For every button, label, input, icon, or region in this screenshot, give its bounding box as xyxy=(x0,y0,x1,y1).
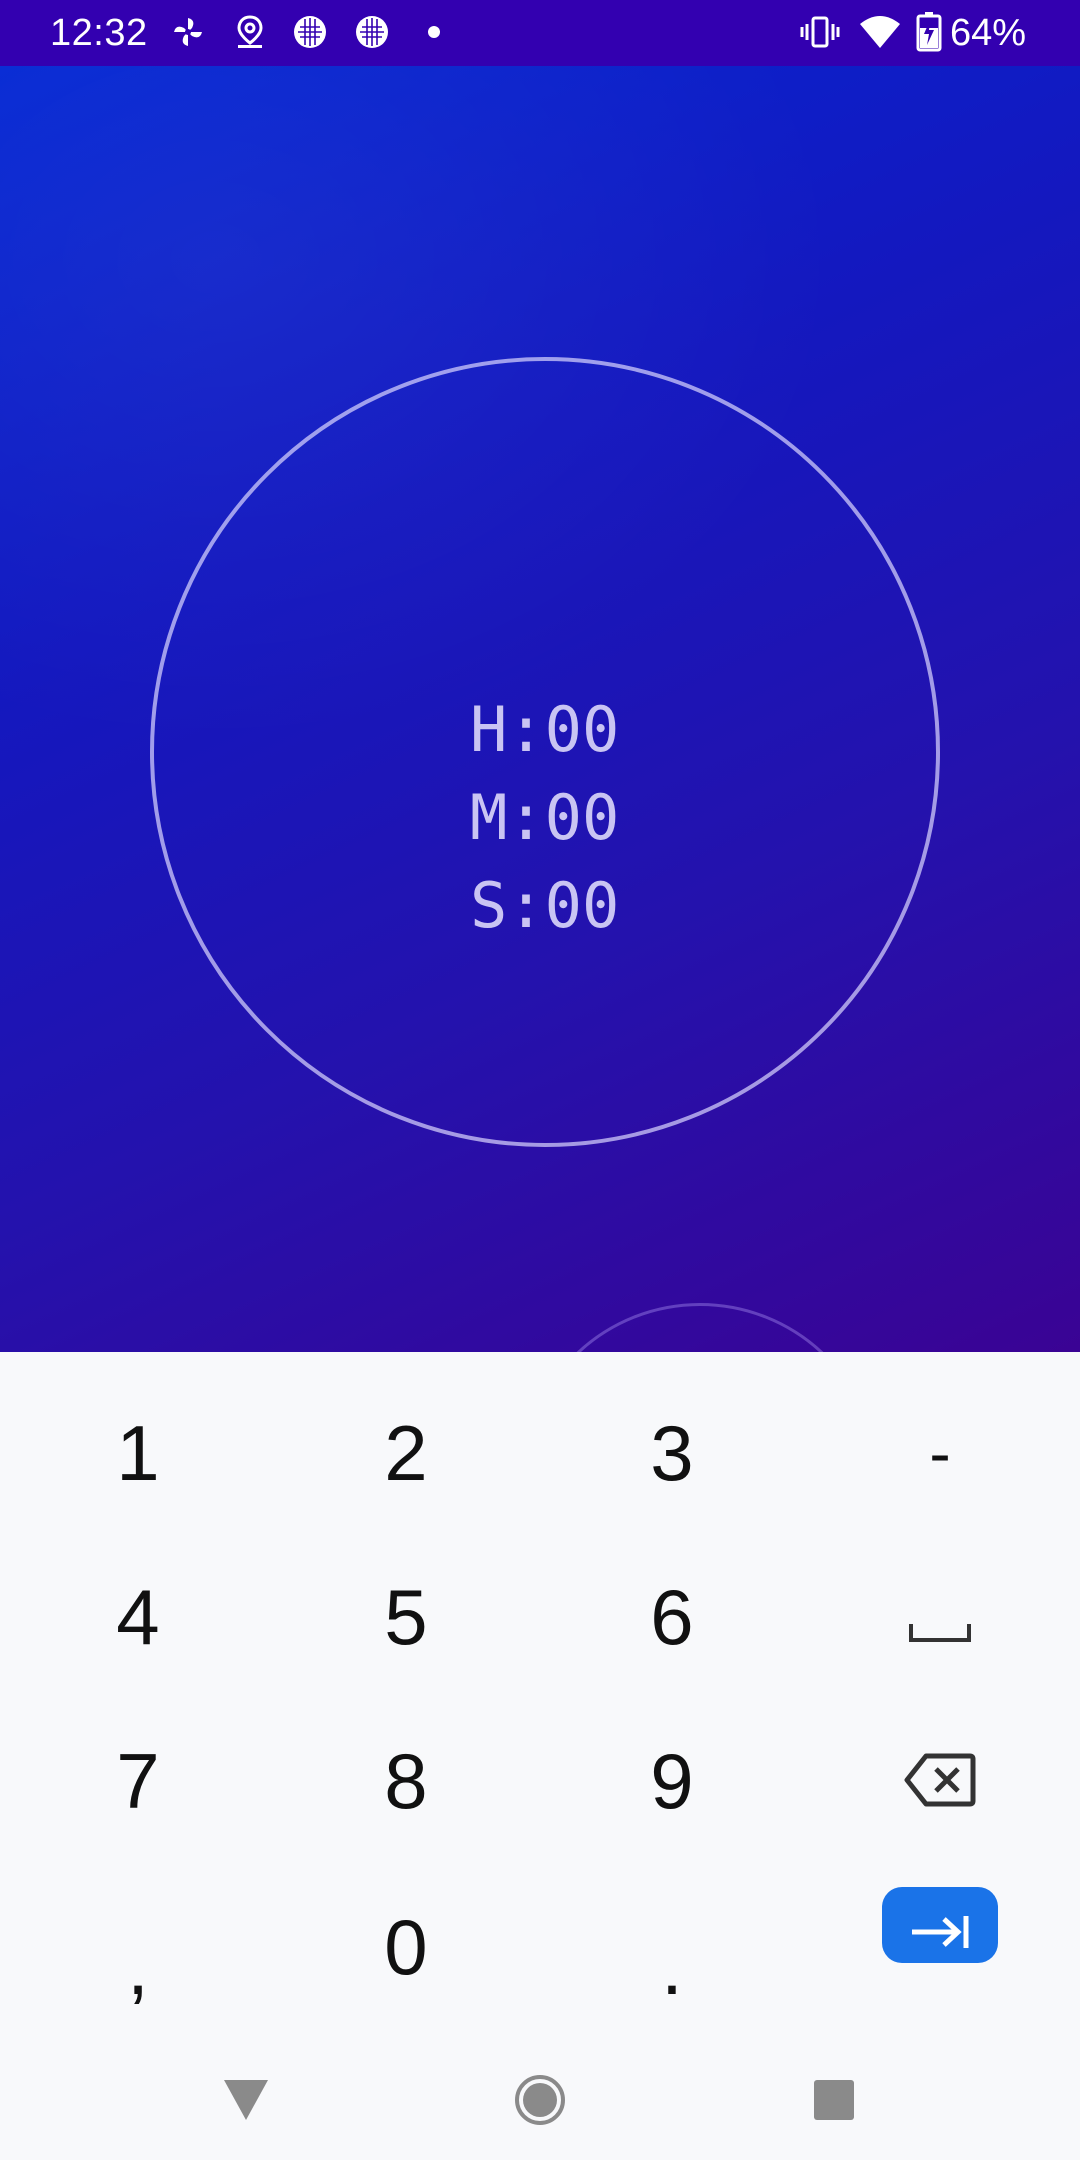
status-time: 12:32 xyxy=(50,12,148,54)
key-9[interactable]: 9 xyxy=(562,1706,782,1856)
key-7[interactable]: 7 xyxy=(28,1706,248,1856)
key-label: 3 xyxy=(650,1408,694,1497)
key-3[interactable]: 3 xyxy=(562,1378,782,1528)
app-badge-icon xyxy=(292,14,328,50)
key-backspace[interactable] xyxy=(830,1706,1050,1856)
start-button-ring[interactable] xyxy=(520,1303,880,1352)
key-6[interactable]: 6 xyxy=(562,1542,782,1692)
key-1[interactable]: 1 xyxy=(28,1378,248,1528)
minutes-value[interactable]: M:00 xyxy=(470,774,670,862)
battery-percent: 64% xyxy=(950,12,1027,54)
key-minus[interactable]: - xyxy=(830,1378,1050,1528)
navigation-bar xyxy=(0,2042,1080,2160)
app-badge-icon xyxy=(354,14,390,50)
seconds-value[interactable]: S:00 xyxy=(470,862,670,950)
key-8[interactable]: 8 xyxy=(296,1706,516,1856)
key-space[interactable] xyxy=(830,1542,1050,1692)
space-icon xyxy=(908,1572,972,1663)
key-enter[interactable] xyxy=(830,1850,1050,2000)
timer-readout[interactable]: H:00 M:00 S:00 xyxy=(470,686,670,950)
tab-enter-icon xyxy=(908,1880,972,1971)
key-label: 5 xyxy=(384,1572,428,1661)
key-5[interactable]: 5 xyxy=(296,1542,516,1692)
numeric-keyboard: 1 2 3 - 4 5 6 7 8 9 , 0 . xyxy=(0,1352,1080,2042)
key-2[interactable]: 2 xyxy=(296,1378,516,1528)
key-0[interactable]: 0 xyxy=(296,1872,516,2022)
hours-value[interactable]: H:00 xyxy=(470,686,670,774)
back-icon xyxy=(222,2078,270,2127)
home-icon xyxy=(514,2074,566,2131)
timer-app-area: H:00 M:00 S:00 xyxy=(0,66,1080,1352)
key-label: 0 xyxy=(384,1902,428,1991)
back-button[interactable] xyxy=(206,2062,286,2142)
key-label: , xyxy=(127,1922,149,2011)
wifi-icon xyxy=(858,14,900,50)
key-label: . xyxy=(661,1922,683,2011)
key-comma[interactable]: , xyxy=(28,1872,248,2022)
battery-charging-icon xyxy=(916,12,952,52)
notification-dot-icon xyxy=(416,14,452,50)
key-label: 4 xyxy=(116,1572,160,1661)
key-period[interactable]: . xyxy=(562,1872,782,2022)
pinwheel-icon xyxy=(170,14,206,50)
backspace-icon xyxy=(904,1736,976,1827)
home-button[interactable] xyxy=(500,2062,580,2142)
key-label: 2 xyxy=(384,1408,428,1497)
location-pin-icon xyxy=(232,14,268,50)
status-bar: 12:32 64% xyxy=(0,0,1080,66)
recents-icon xyxy=(812,2078,856,2127)
key-4[interactable]: 4 xyxy=(28,1542,248,1692)
key-label: 7 xyxy=(116,1736,160,1825)
key-label: 1 xyxy=(116,1408,160,1497)
vibrate-icon xyxy=(800,14,840,50)
enter-key-pill[interactable] xyxy=(882,1887,998,1963)
screen: 12:32 64% H:00 M:00 S:00 1 2 3 - 4 5 6 7… xyxy=(0,0,1080,2160)
key-label: 9 xyxy=(650,1736,694,1825)
key-label: 6 xyxy=(650,1572,694,1661)
key-label: 8 xyxy=(384,1736,428,1825)
recents-button[interactable] xyxy=(794,2062,874,2142)
key-label: - xyxy=(929,1417,951,1489)
